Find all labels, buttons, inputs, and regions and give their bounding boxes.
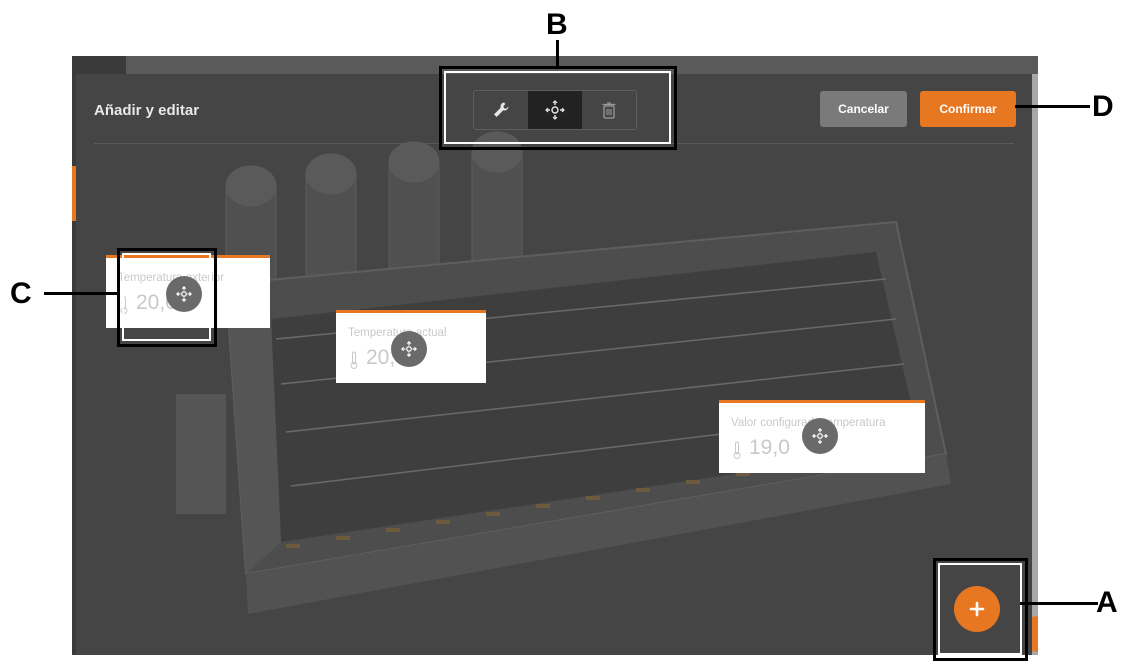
cancel-button[interactable]: Cancelar (820, 91, 907, 127)
thermometer-icon (350, 351, 358, 369)
widget-value: 19,0 (749, 436, 790, 459)
callout-box-b-inner (444, 71, 671, 144)
dialog-title: Añadir y editar (94, 102, 200, 119)
callout-label-c: C (10, 277, 32, 310)
callout-label-a: A (1096, 586, 1118, 619)
widget-move-handle[interactable] (802, 418, 838, 454)
move-icon (401, 341, 417, 357)
widget-move-handle[interactable] (391, 331, 427, 367)
widget-setpoint-temperature[interactable]: Valor configurado temperatura 19,0 (719, 400, 925, 473)
callout-label-d: D (1092, 90, 1114, 123)
widget-current-temperature[interactable]: Temperatura actual 20,0 (336, 310, 486, 383)
callout-line-c (44, 292, 119, 295)
add-edit-dialog: Añadir y editar Cancelar Confirmar Tempe… (76, 74, 1032, 655)
callout-line-d (1015, 105, 1090, 108)
thermometer-icon (733, 441, 741, 459)
move-icon (812, 428, 828, 444)
callout-line-a (1020, 602, 1098, 605)
callout-label-b: B (546, 8, 568, 41)
callout-box-c-inner (122, 253, 211, 341)
app-scrollbar (1032, 74, 1038, 655)
callout-box-a-inner (938, 563, 1022, 655)
callout-line-b (556, 40, 559, 67)
scene-3d-view (176, 131, 951, 614)
confirm-button[interactable]: Confirmar (920, 91, 1016, 127)
